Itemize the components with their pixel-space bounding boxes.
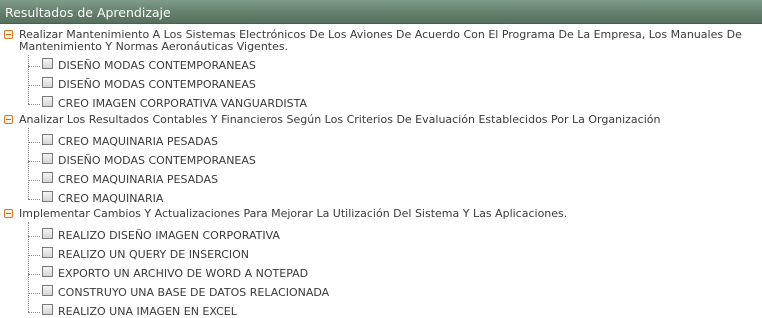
tree-connector — [28, 255, 40, 256]
tree-connector — [28, 128, 29, 199]
tree-item-label[interactable]: REALIZO UNA IMAGEN EN EXCEL — [58, 306, 237, 318]
tree-connector — [28, 274, 40, 275]
collapse-toggle-icon[interactable] — [4, 30, 13, 39]
tree-connector — [28, 180, 40, 181]
tree-item-label[interactable]: CREO MAQUINARIA — [58, 193, 163, 205]
item-checkbox[interactable] — [42, 77, 53, 88]
tree-connector — [28, 142, 40, 143]
tree-item-label[interactable]: CREO IMAGEN CORPORATIVA VANGUARDISTA — [58, 98, 307, 110]
tree-item-label[interactable]: DISEÑO MODAS CONTEMPORANEAS — [58, 155, 256, 167]
tree-connector — [28, 85, 40, 86]
tree-item-label[interactable]: CREO MAQUINARIA PESADAS — [58, 136, 218, 148]
panel-header: Resultados de Aprendizaje — [0, 0, 762, 24]
tree-group-label[interactable]: Implementar Cambios Y Actualizaciones Pa… — [19, 208, 759, 220]
tree-connector — [28, 66, 40, 67]
tree-connector — [28, 104, 40, 105]
tree-connector — [28, 312, 40, 313]
item-checkbox[interactable] — [42, 191, 53, 202]
item-checkbox[interactable] — [42, 58, 53, 69]
tree-group-label[interactable]: Analizar Los Resultados Contables Y Fina… — [19, 114, 759, 126]
collapse-toggle-icon[interactable] — [4, 115, 13, 124]
item-checkbox[interactable] — [42, 266, 53, 277]
tree-connector — [28, 199, 40, 200]
tree-item-label[interactable]: CONSTRUYO UNA BASE DE DATOS RELACIONADA — [58, 287, 329, 299]
panel-title: Resultados de Aprendizaje — [5, 5, 171, 20]
collapse-toggle-icon[interactable] — [4, 209, 13, 218]
item-checkbox[interactable] — [42, 228, 53, 239]
item-checkbox[interactable] — [42, 134, 53, 145]
tree-connector — [28, 161, 40, 162]
item-checkbox[interactable] — [42, 96, 53, 107]
learning-results-tree: Realizar Mantenimiento A Los Sistemas El… — [0, 24, 762, 318]
item-checkbox[interactable] — [42, 247, 53, 258]
item-checkbox[interactable] — [42, 153, 53, 164]
item-checkbox[interactable] — [42, 304, 53, 315]
tree-item-label[interactable]: DISEÑO MODAS CONTEMPORANEAS — [58, 60, 256, 72]
tree-item-label[interactable]: REALIZO UN QUERY DE INSERCION — [58, 249, 249, 261]
item-checkbox[interactable] — [42, 172, 53, 183]
item-checkbox[interactable] — [42, 285, 53, 296]
tree-connector — [28, 55, 29, 104]
tree-connector — [28, 293, 40, 294]
tree-item-label[interactable]: REALIZO DISEÑO IMAGEN CORPORATIVA — [58, 230, 280, 242]
tree-connector — [28, 236, 40, 237]
tree-item-label[interactable]: DISEÑO MODAS CONTEMPORANEAS — [58, 79, 256, 91]
tree-item-label[interactable]: CREO MAQUINARIA PESADAS — [58, 174, 218, 186]
tree-group-label[interactable]: Realizar Mantenimiento A Los Sistemas El… — [19, 29, 759, 53]
tree-item-label[interactable]: EXPORTO UN ARCHIVO DE WORD A NOTEPAD — [58, 268, 308, 280]
